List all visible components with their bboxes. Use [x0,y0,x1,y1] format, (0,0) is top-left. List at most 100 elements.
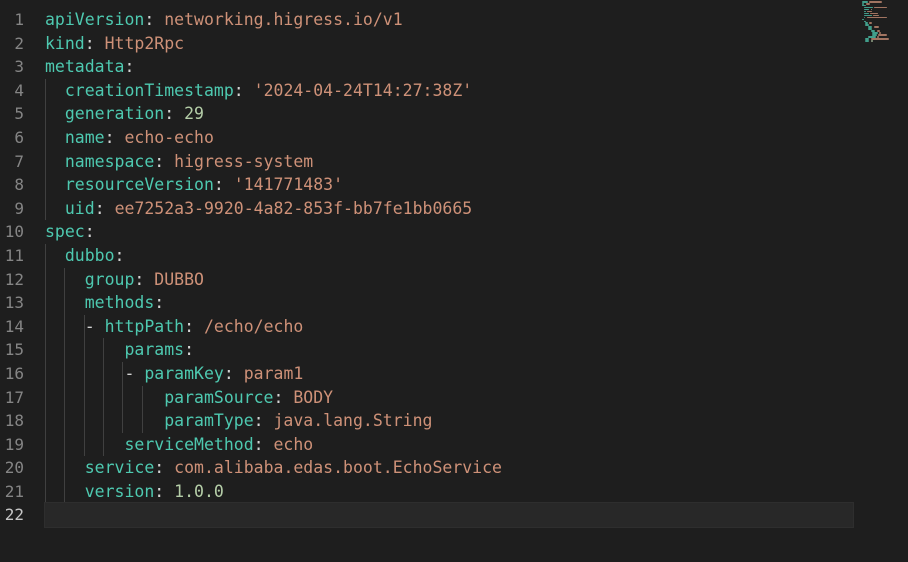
code-line[interactable]: creationTimestamp: '2024-04-24T14:27:38Z… [45,78,853,103]
yaml-value: java.lang.String [273,411,433,431]
indent-guide [122,385,124,410]
yaml-key: kind [45,33,85,53]
indent-guide [45,456,46,480]
indent-guide [64,267,66,292]
yaml-key: dubbo [64,245,115,265]
yaml-key: service [84,458,155,478]
yaml-key: name [64,127,105,147]
line-number: 20 [4,458,24,478]
yaml-key: group [84,269,135,289]
code-line[interactable]: paramType: java.lang.String [45,409,853,433]
minimap-line [866,16,887,19]
minimap-line [862,18,865,21]
minimap[interactable] [858,0,908,44]
yaml-separator: : [154,293,165,313]
line-number: 1 [14,10,24,29]
indent-guide [64,479,66,504]
minimap-line [874,6,887,9]
yaml-key: methods [84,293,155,313]
line-number: 12 [4,269,24,289]
yaml-separator: : [273,387,294,407]
indent-guide [83,314,85,339]
indent-guide [45,338,46,362]
list-dash: - [84,316,105,336]
indent-guide [45,409,46,433]
line-number: 6 [14,127,24,147]
indent-guide [103,432,105,457]
yaml-key: uid [64,198,95,218]
indent-guide [45,291,46,315]
yaml-value: echo-echo [124,127,214,147]
yaml-separator: : [154,458,175,478]
line-number: 21 [4,481,24,501]
code-area[interactable]: apiVersion: networking.higress.io/v1 kind… [44,8,854,529]
line-number: 8 [14,175,24,195]
yaml-key: namespace [64,151,155,171]
code-editor[interactable]: 1 2 3 4 5 6 7 8 9 10 11 12 13 14 15 16 17 18 19 20 21 22 apiV… [0,0,908,562]
indent-guide [64,409,66,433]
code-line[interactable]: - httpPath: /echo/echo [45,314,853,339]
yaml-key: paramType [164,411,254,431]
yaml-key: params [124,340,185,360]
yaml-separator: : [233,80,254,100]
indent-guide [45,432,46,457]
yaml-key: version [84,481,155,501]
indent-guide [141,409,143,433]
code-line[interactable]: generation: 29 [45,102,853,126]
indent-guide [64,291,66,315]
code-line[interactable]: namespace: higress-system [45,149,853,174]
yaml-key: generation [64,104,165,124]
code-line[interactable]: group: DUBBO [45,267,853,292]
yaml-separator: : [84,222,95,242]
code-line[interactable]: spec: [45,220,853,244]
code-line[interactable]: name: echo-echo [45,125,853,150]
code-line[interactable]: dubbo: [45,243,853,268]
code-line[interactable]: - paramKey: param1 [45,361,853,386]
indent-guide [64,385,66,410]
line-number: 4 [14,80,24,100]
yaml-value: echo [273,434,314,454]
yaml-separator: : [154,151,175,171]
line-number: 11 [4,245,24,265]
indent-guide [45,102,46,126]
yaml-value: BODY [293,387,334,407]
line-number: 17 [4,387,24,407]
line-number: 19 [4,434,24,454]
code-line[interactable]: apiVersion: networking.higress.io/v1 [45,8,853,32]
minimap-line [870,38,889,40]
line-number: 15 [4,340,24,360]
line-number: 10 [4,222,24,242]
indent-guide [64,456,66,480]
code-line[interactable]: kind: Http2Rpc [45,32,853,56]
indent-guide [45,125,46,150]
yaml-key: apiVersion [45,10,145,29]
code-line[interactable]: paramSource: BODY [45,385,853,410]
minimap-line [863,16,866,19]
indent-guide [45,78,46,103]
yaml-value: networking.higress.io/v1 [164,10,403,29]
line-number: 3 [14,57,24,77]
yaml-key: paramSource [164,387,274,407]
indent-guide [103,385,105,410]
indent-guide [83,338,85,362]
minimap-line [869,22,873,25]
code-line[interactable]: methods: [45,291,853,315]
yaml-key: paramKey [144,363,224,383]
code-line[interactable]: serviceMethod: echo [45,432,853,457]
line-number: 16 [4,363,24,383]
indent-guide [64,314,66,339]
yaml-value: ee7252a3-9920-4a82-853f-bb7fe1bb0665 [114,198,473,218]
yaml-value: '2024-04-24T14:27:38Z' [253,80,473,100]
code-line[interactable]: resourceVersion: '141771483' [45,173,853,197]
yaml-separator: : [154,481,175,501]
yaml-key: httpPath [104,316,185,336]
code-line[interactable]: version: 1.0.0 [45,479,853,504]
code-line[interactable]: metadata: [45,55,853,79]
yaml-value: param1 [243,363,304,383]
code-line[interactable]: params: [45,338,853,362]
code-line[interactable]: service: com.alibaba.edas.boot.EchoServi… [45,456,853,480]
code-line[interactable]: uid: ee7252a3-9920-4a82-853f-bb7fe1bb066… [45,196,853,221]
code-line[interactable] [44,502,854,529]
indent-guide [45,196,46,221]
minimap-line [863,14,872,17]
